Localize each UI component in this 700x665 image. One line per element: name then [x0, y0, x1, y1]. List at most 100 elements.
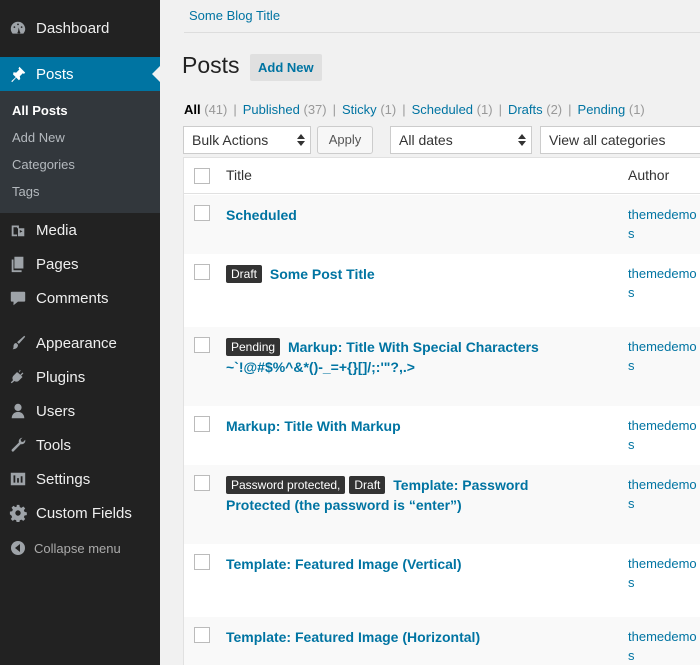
post-author-link[interactable]: themedemo s [628, 475, 700, 513]
dates-select[interactable]: All dates [390, 126, 532, 154]
comment-bubble-icon [9, 289, 27, 307]
table-row: Pending Markup: Title With Special Chara… [184, 327, 700, 406]
filter-scheduled[interactable]: Scheduled [412, 102, 473, 117]
status-filter-links: All (41) | Published (37) | Sticky (1) | Sched… [184, 102, 645, 117]
menu-settings[interactable]: Settings [0, 462, 160, 496]
apply-button[interactable]: Apply [317, 126, 373, 154]
column-title-header[interactable]: Title [226, 167, 252, 183]
post-title-link[interactable]: Some Post Title [270, 266, 375, 282]
menu-posts[interactable]: Posts [0, 57, 160, 91]
menu-pages-label: Pages [36, 255, 79, 273]
submenu-all-posts[interactable]: All Posts [12, 103, 68, 118]
menu-comments-label: Comments [36, 289, 109, 307]
categories-value: View all categories [549, 132, 666, 148]
table-row: Password protected, Draft Template: Passw… [184, 465, 700, 544]
wrench-icon [9, 436, 27, 454]
filter-all-count: (41) [204, 102, 228, 117]
filter-scheduled-count: (1) [476, 102, 493, 117]
collapse-menu-button[interactable]: Collapse menu [0, 536, 160, 560]
post-title-link[interactable]: Template: Featured Image (Horizontal) [226, 629, 480, 645]
menu-media[interactable]: Media [0, 213, 160, 247]
menu-pages[interactable]: Pages [0, 247, 160, 281]
post-author-link[interactable]: themedemo s [628, 416, 700, 454]
post-title-cell: Draft Some Post Title [226, 264, 556, 284]
blog-title-link[interactable]: Some Blog Title [189, 8, 280, 23]
collapse-menu-label: Collapse menu [34, 540, 121, 556]
post-title-link[interactable]: Markup: Title With Markup [226, 418, 401, 434]
table-row: Template: Featured Image (Horizontal) th… [184, 617, 700, 665]
bulk-actions-select[interactable]: Bulk Actions [183, 126, 311, 154]
dates-value: All dates [399, 132, 453, 148]
menu-dashboard-label: Dashboard [36, 19, 110, 37]
current-menu-arrow [152, 66, 160, 82]
post-author-link[interactable]: themedemo s [628, 264, 700, 302]
select-arrows-icon [297, 134, 305, 146]
submenu-add-new[interactable]: Add New [12, 130, 65, 145]
bulk-actions-value: Bulk Actions [192, 132, 269, 148]
menu-appearance[interactable]: Appearance [0, 326, 160, 360]
row-checkbox[interactable] [194, 264, 210, 280]
filter-published[interactable]: Published [243, 102, 300, 117]
row-checkbox[interactable] [194, 554, 210, 570]
post-title-link[interactable]: Template: Featured Image (Vertical) [226, 556, 461, 572]
status-badge: Draft [226, 265, 263, 283]
add-new-button[interactable]: Add New [250, 54, 322, 81]
table-row: Markup: Title With Markup themedemo s [184, 406, 700, 465]
pushpin-icon [9, 65, 27, 83]
filter-sticky-count: (1) [380, 102, 397, 117]
menu-tools[interactable]: Tools [0, 428, 160, 462]
posts-submenu: All Posts Add New Categories Tags [0, 91, 160, 213]
filter-drafts-count: (2) [546, 102, 563, 117]
status-badge: Draft [349, 476, 386, 494]
status-badge: Pending [226, 338, 281, 356]
table-header: Title Author [184, 158, 700, 194]
post-title-cell: Template: Featured Image (Vertical) [226, 554, 556, 574]
filter-pending-count: (1) [628, 102, 645, 117]
filter-pending[interactable]: Pending [578, 102, 626, 117]
settings-sliders-icon [9, 470, 27, 488]
post-author-link[interactable]: themedemo s [628, 205, 700, 243]
menu-plugins[interactable]: Plugins [0, 360, 160, 394]
categories-select[interactable]: View all categories [540, 126, 700, 154]
row-checkbox[interactable] [194, 337, 210, 353]
post-author-link[interactable]: themedemo s [628, 627, 700, 665]
filter-published-count: (37) [303, 102, 327, 117]
post-author-link[interactable]: themedemo s [628, 337, 700, 375]
post-title-cell: Pending Markup: Title With Special Chara… [226, 337, 556, 377]
post-title-cell: Template: Featured Image (Horizontal) [226, 627, 556, 647]
menu-dashboard[interactable]: Dashboard [0, 11, 160, 45]
table-row: Draft Some Post Title themedemo s [184, 254, 700, 327]
menu-custom-fields-label: Custom Fields [36, 504, 132, 522]
post-author-link[interactable]: themedemo s [628, 554, 700, 592]
submenu-categories[interactable]: Categories [12, 157, 75, 172]
page-title: Posts [182, 52, 240, 78]
menu-media-label: Media [36, 221, 77, 239]
menu-plugins-label: Plugins [36, 368, 86, 386]
menu-custom-fields[interactable]: Custom Fields [0, 496, 160, 530]
menu-users[interactable]: Users [0, 394, 160, 428]
select-all-checkbox[interactable] [194, 168, 210, 184]
pages-icon [9, 255, 27, 273]
post-title-link[interactable]: Scheduled [226, 207, 297, 223]
menu-settings-label: Settings [36, 470, 91, 488]
filter-all[interactable]: All [184, 102, 201, 117]
table-row: Template: Featured Image (Vertical) them… [184, 544, 700, 617]
select-arrows-icon [518, 134, 526, 146]
menu-comments[interactable]: Comments [0, 281, 160, 315]
row-checkbox[interactable] [194, 205, 210, 221]
menu-tools-label: Tools [36, 436, 72, 454]
collapse-arrow-icon [10, 540, 26, 556]
posts-table: Title Author Scheduled themedemo s Draft … [183, 157, 700, 665]
row-checkbox[interactable] [194, 475, 210, 491]
filter-drafts[interactable]: Drafts [508, 102, 543, 117]
dashboard-icon [9, 19, 27, 37]
admin-sidebar: Dashboard Posts All Posts Add New Catego… [0, 0, 160, 665]
main-content: Some Blog Title Posts Add New All (41) | P… [160, 0, 700, 665]
filter-sticky[interactable]: Sticky [342, 102, 377, 117]
column-author-header[interactable]: Author [628, 167, 669, 183]
submenu-tags[interactable]: Tags [12, 184, 39, 199]
post-title-cell: Password protected, Draft Template: Passw… [226, 475, 556, 515]
row-checkbox[interactable] [194, 627, 210, 643]
row-checkbox[interactable] [194, 416, 210, 432]
status-badge: Password protected, [226, 476, 346, 494]
